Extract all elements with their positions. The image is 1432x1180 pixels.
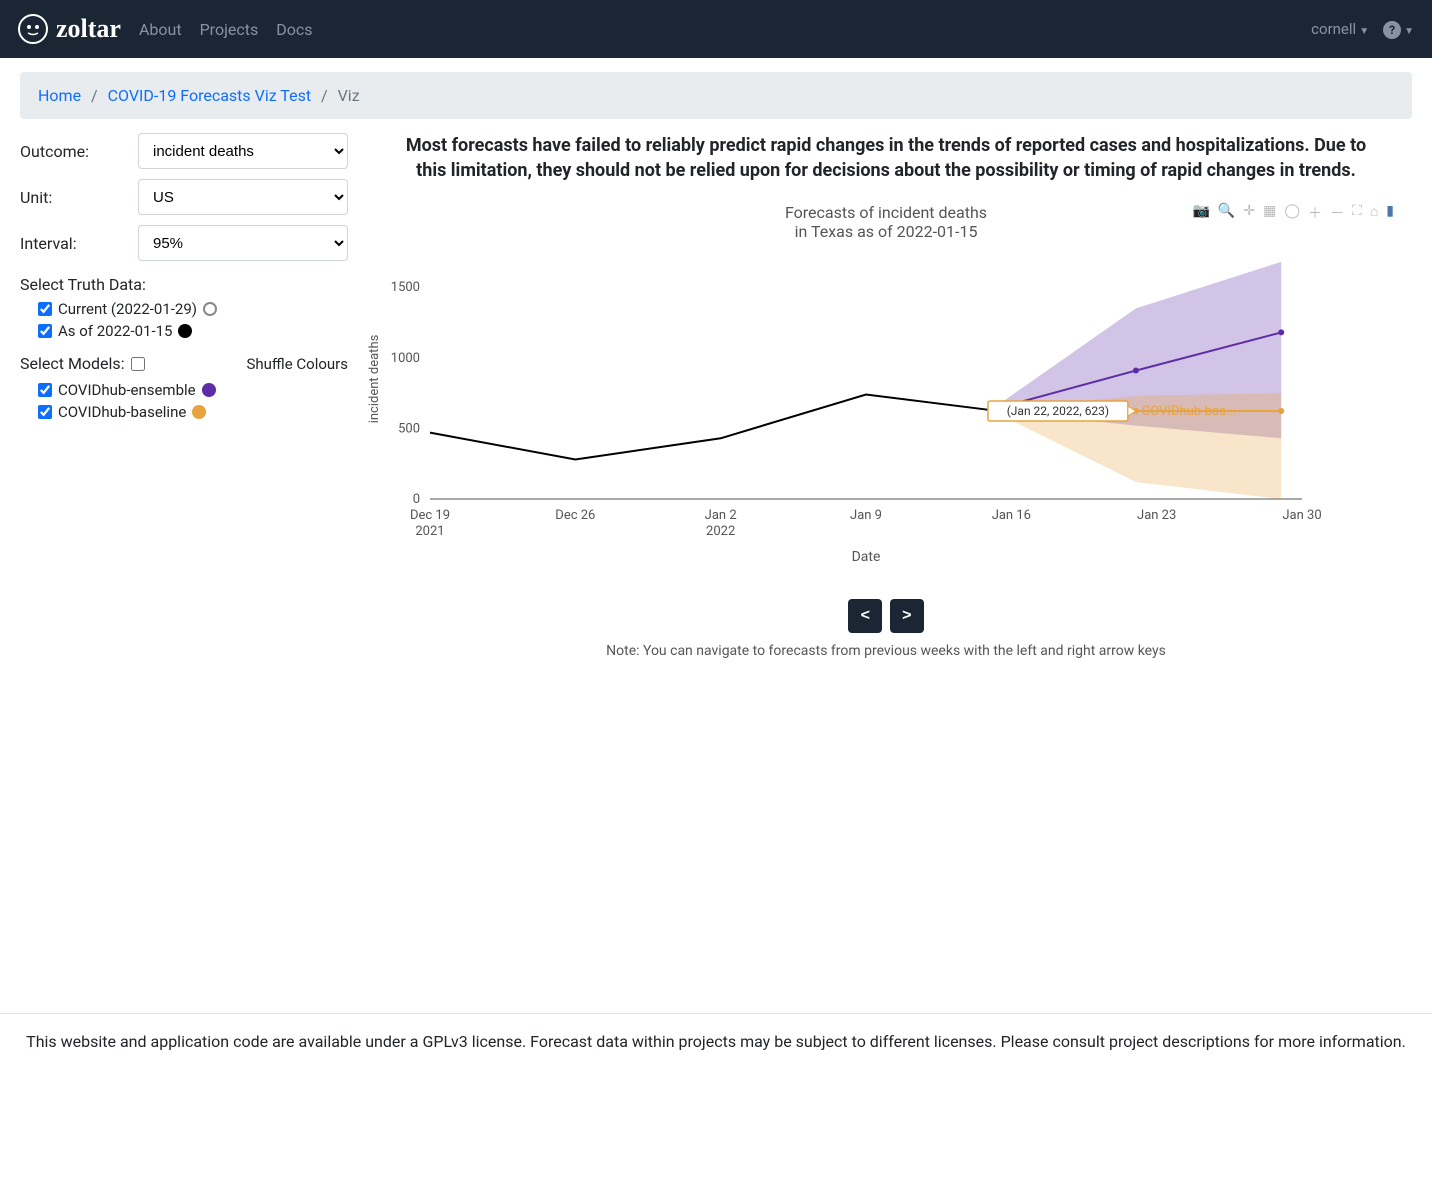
nav-about[interactable]: About bbox=[139, 20, 182, 39]
nav-links: About Projects Docs bbox=[139, 20, 313, 39]
zoom-in-icon[interactable]: ＋ bbox=[1308, 203, 1322, 223]
chart-svg: 0 500 1000 1500 incident deaths Dec 192021 Dec… bbox=[360, 249, 1412, 569]
svg-text:Jan 30: Jan 30 bbox=[1282, 508, 1321, 523]
chart-title-line2: in Texas as of 2022-01-15 bbox=[360, 222, 1412, 241]
shuffle-colours-button[interactable]: Shuffle Colours bbox=[246, 355, 348, 373]
svg-text:incident deaths: incident deaths bbox=[367, 335, 382, 424]
svg-text:Dec 26: Dec 26 bbox=[555, 508, 595, 523]
truth-item-current: Current (2022-01-29) bbox=[38, 300, 348, 318]
interval-label: Interval: bbox=[20, 234, 138, 253]
svg-text:0: 0 bbox=[413, 492, 420, 507]
nav-docs[interactable]: Docs bbox=[276, 20, 312, 39]
prev-week-button[interactable]: < bbox=[848, 599, 882, 633]
swatch-black-icon bbox=[178, 324, 192, 338]
breadcrumb-sep: / bbox=[91, 86, 98, 105]
disclaimer-text: Most forecasts have failed to reliably p… bbox=[360, 133, 1412, 203]
zoom-icon[interactable]: 🔍 bbox=[1218, 203, 1235, 223]
swatch-grey-icon bbox=[203, 302, 217, 316]
user-name: cornell bbox=[1311, 20, 1356, 38]
logo-icon bbox=[18, 14, 48, 44]
svg-text:500: 500 bbox=[398, 422, 420, 437]
plotly-modebar: 📷 🔍 ✛ ▦ ◯ ＋ － ⛶ ⌂ ▮ bbox=[1192, 203, 1394, 223]
outcome-select[interactable]: incident deaths bbox=[138, 133, 348, 169]
unit-label: Unit: bbox=[20, 188, 138, 207]
content: Most forecasts have failed to reliably p… bbox=[360, 133, 1412, 659]
truth-label: As of 2022-01-15 bbox=[58, 322, 172, 340]
main-row: Outcome: incident deaths Unit: US Interv… bbox=[20, 133, 1412, 659]
navbar-right: cornell▼ ?▼ bbox=[1311, 20, 1414, 39]
swatch-orange-icon bbox=[192, 405, 206, 419]
svg-text:1500: 1500 bbox=[391, 281, 420, 296]
svg-text:Date: Date bbox=[852, 549, 881, 565]
truth-item-asof: As of 2022-01-15 bbox=[38, 322, 348, 340]
camera-icon[interactable]: 📷 bbox=[1192, 203, 1209, 223]
svg-text:Jan 2: Jan 2 bbox=[705, 508, 737, 523]
svg-text:Jan 23: Jan 23 bbox=[1137, 508, 1176, 523]
reset-icon[interactable]: ⌂ bbox=[1370, 203, 1378, 223]
brand-text: zoltar bbox=[56, 14, 121, 44]
models-select-all-checkbox[interactable] bbox=[131, 357, 145, 371]
truth-section-label: Select Truth Data: bbox=[20, 275, 348, 294]
models-label-text: Select Models: bbox=[20, 354, 125, 373]
outcome-row: Outcome: incident deaths bbox=[20, 133, 348, 169]
svg-text:Jan 16: Jan 16 bbox=[992, 508, 1031, 523]
help-menu[interactable]: ?▼ bbox=[1383, 20, 1414, 39]
pan-icon[interactable]: ✛ bbox=[1243, 203, 1255, 223]
model-item-ensemble: COVIDhub-ensemble bbox=[38, 381, 348, 399]
chart-plot[interactable]: 0 500 1000 1500 incident deaths Dec 192021 Dec… bbox=[360, 249, 1412, 569]
week-nav: < > bbox=[360, 599, 1412, 633]
svg-text:2022: 2022 bbox=[706, 524, 735, 539]
caret-down-icon: ▼ bbox=[1359, 26, 1369, 37]
model-label: COVIDhub-baseline bbox=[58, 403, 186, 421]
user-menu[interactable]: cornell▼ bbox=[1311, 20, 1369, 38]
model-checkbox-ensemble[interactable] bbox=[38, 383, 52, 397]
autoscale-icon[interactable]: ⛶ bbox=[1352, 203, 1362, 223]
truth-checkbox-current[interactable] bbox=[38, 302, 52, 316]
nav-note: Note: You can navigate to forecasts from… bbox=[360, 643, 1412, 659]
next-week-button[interactable]: > bbox=[890, 599, 924, 633]
outcome-label: Outcome: bbox=[20, 142, 138, 161]
models-header: Select Models: Shuffle Colours bbox=[20, 354, 348, 373]
unit-select[interactable]: US bbox=[138, 179, 348, 215]
model-item-baseline: COVIDhub-baseline bbox=[38, 403, 348, 421]
svg-text:COVIDhub-bas...: COVIDhub-bas... bbox=[1142, 404, 1236, 419]
swatch-purple-icon bbox=[202, 383, 216, 397]
svg-text:Jan 9: Jan 9 bbox=[850, 508, 882, 523]
sidebar: Outcome: incident deaths Unit: US Interv… bbox=[20, 133, 360, 659]
help-icon: ? bbox=[1383, 21, 1401, 39]
lasso-icon[interactable]: ◯ bbox=[1284, 203, 1300, 223]
svg-text:1000: 1000 bbox=[391, 351, 420, 366]
box-select-icon[interactable]: ▦ bbox=[1263, 203, 1276, 223]
breadcrumb: Home / COVID-19 Forecasts Viz Test / Viz bbox=[20, 72, 1412, 119]
svg-text:2021: 2021 bbox=[415, 524, 444, 539]
nav-projects[interactable]: Projects bbox=[200, 20, 259, 39]
breadcrumb-project[interactable]: COVID-19 Forecasts Viz Test bbox=[108, 86, 311, 105]
footer: This website and application code are av… bbox=[0, 1013, 1432, 1069]
caret-down-icon: ▼ bbox=[1404, 26, 1414, 37]
chart-wrap: 📷 🔍 ✛ ▦ ◯ ＋ － ⛶ ⌂ ▮ Forecasts of inciden… bbox=[360, 203, 1412, 659]
truth-label: Current (2022-01-29) bbox=[58, 300, 197, 318]
plotly-logo-icon[interactable]: ▮ bbox=[1386, 203, 1394, 223]
brand-logo[interactable]: zoltar bbox=[18, 14, 121, 44]
navbar: zoltar About Projects Docs cornell▼ ?▼ bbox=[0, 0, 1432, 58]
models-section-label: Select Models: bbox=[20, 354, 145, 373]
model-label: COVIDhub-ensemble bbox=[58, 381, 196, 399]
svg-text:Dec 19: Dec 19 bbox=[410, 508, 450, 523]
unit-row: Unit: US bbox=[20, 179, 348, 215]
zoom-out-icon[interactable]: － bbox=[1330, 203, 1344, 223]
interval-row: Interval: 95% bbox=[20, 225, 348, 261]
truth-checkbox-asof[interactable] bbox=[38, 324, 52, 338]
breadcrumb-home[interactable]: Home bbox=[38, 86, 81, 105]
interval-select[interactable]: 95% bbox=[138, 225, 348, 261]
page-container: Home / COVID-19 Forecasts Viz Test / Viz… bbox=[6, 58, 1426, 673]
breadcrumb-current: Viz bbox=[338, 86, 360, 105]
navbar-left: zoltar About Projects Docs bbox=[18, 14, 313, 44]
model-checkbox-baseline[interactable] bbox=[38, 405, 52, 419]
breadcrumb-sep: / bbox=[321, 86, 328, 105]
svg-text:(Jan 22, 2022, 623): (Jan 22, 2022, 623) bbox=[1007, 404, 1109, 418]
